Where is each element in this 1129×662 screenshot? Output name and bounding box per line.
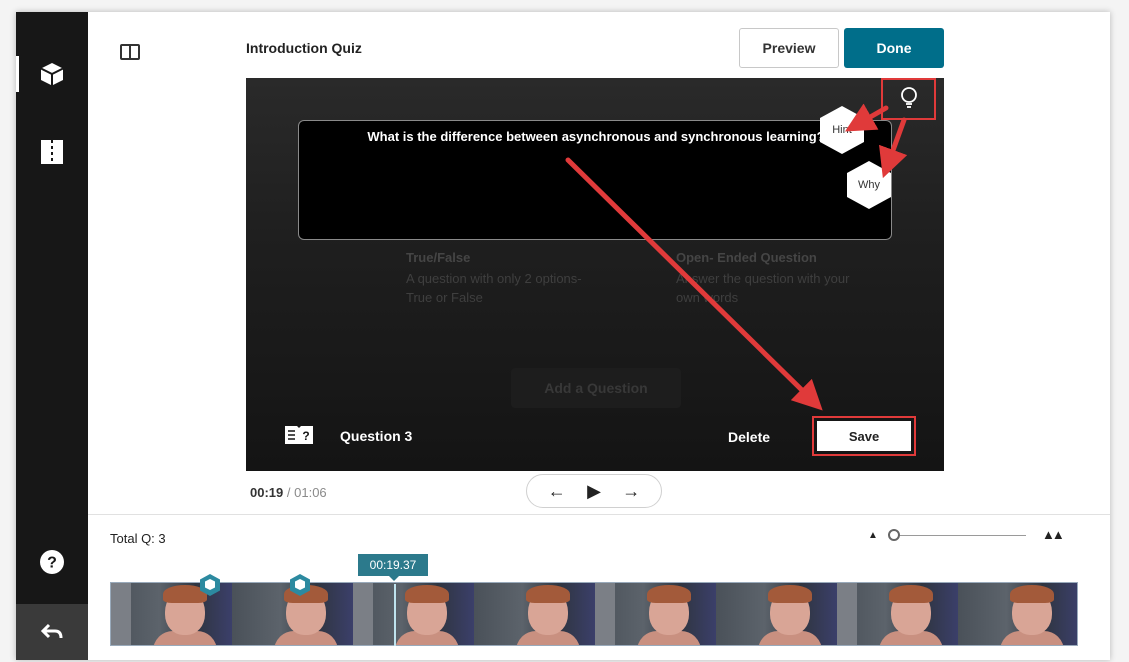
annotation-highlight-save: Save <box>812 416 916 456</box>
arrow-right-icon[interactable]: → <box>622 481 640 502</box>
time-separator: / <box>286 485 291 500</box>
chapters-icon[interactable] <box>16 122 88 182</box>
help-icon[interactable]: ? <box>16 532 88 592</box>
question-number-label: Question 3 <box>340 428 413 444</box>
timeline-thumbnail <box>353 583 474 645</box>
toggle-panel-icon[interactable] <box>120 44 140 60</box>
quiz-title: Introduction Quiz <box>246 40 362 56</box>
preview-button[interactable]: Preview <box>739 28 839 68</box>
video-player: True/False A question with only 2 option… <box>246 78 944 471</box>
total-questions: Total Q: 3 <box>110 531 166 546</box>
play-icon[interactable]: ▶ <box>587 481 601 502</box>
zoom-slider-handle[interactable] <box>888 529 900 541</box>
question-box[interactable]: What is the difference between asynchron… <box>298 120 892 240</box>
playhead-time[interactable]: 00:19.37 <box>358 554 428 581</box>
timeline-filmstrip[interactable] <box>110 582 1078 646</box>
duration: 01:06 <box>294 485 327 500</box>
open-ended-option: Open- Ended Question Answer the question… <box>676 250 876 307</box>
playback-controls: ← ▶ → <box>526 474 662 508</box>
open-ended-title: Open- Ended Question <box>676 250 817 265</box>
timeline-thumbnail <box>474 583 595 645</box>
question-cue-marker[interactable] <box>199 574 221 596</box>
zoom-in-icon[interactable]: ▲▲ <box>1042 527 1065 542</box>
question-cue-marker[interactable] <box>289 574 311 596</box>
timeline-thumbnail <box>595 583 716 645</box>
current-time: 00:19 <box>250 485 284 500</box>
timeline-thumbnail <box>716 583 837 645</box>
add-question-button: Add a Question <box>511 368 681 408</box>
save-button[interactable]: Save <box>817 421 911 451</box>
quiz-editor-window: ? Introduction Quiz Preview Done True/Fa… <box>16 12 1110 660</box>
sidebar: ? <box>16 12 88 660</box>
true-false-title: True/False <box>406 250 471 265</box>
true-false-option: True/False A question with only 2 option… <box>406 250 606 307</box>
true-false-desc: A question with only 2 options- True or … <box>406 271 582 305</box>
delete-button[interactable]: Delete <box>728 429 770 445</box>
screenshot-frame: ? Introduction Quiz Preview Done True/Fa… <box>0 0 1129 662</box>
timeline-thumbnail <box>837 583 958 645</box>
time-display: 00:19 / 01:06 <box>250 485 327 500</box>
open-question-icon: ? <box>285 426 313 444</box>
done-button[interactable]: Done <box>844 28 944 68</box>
why-label: Why <box>858 179 880 191</box>
playhead-line[interactable] <box>394 584 396 646</box>
open-ended-desc: Answer the question with your own words <box>676 271 850 305</box>
timeline-thumbnail <box>958 583 1077 645</box>
cube-icon[interactable] <box>16 44 88 104</box>
zoom-out-icon[interactable]: ▲ <box>868 530 878 541</box>
hint-label: Hint <box>832 124 852 136</box>
annotation-highlight-bulb <box>881 78 936 120</box>
question-footer: ? Question 3 Delete Save <box>246 416 944 456</box>
zoom-slider-track[interactable] <box>890 535 1026 536</box>
arrow-left-icon[interactable]: ← <box>548 481 566 502</box>
divider <box>88 514 1110 515</box>
svg-text:?: ? <box>302 429 309 443</box>
back-arrow-icon[interactable] <box>16 604 88 660</box>
lightbulb-icon[interactable] <box>899 86 919 110</box>
question-text[interactable]: What is the difference between asynchron… <box>299 129 893 144</box>
question-type-menu: True/False A question with only 2 option… <box>356 250 849 310</box>
svg-text:?: ? <box>47 555 57 572</box>
